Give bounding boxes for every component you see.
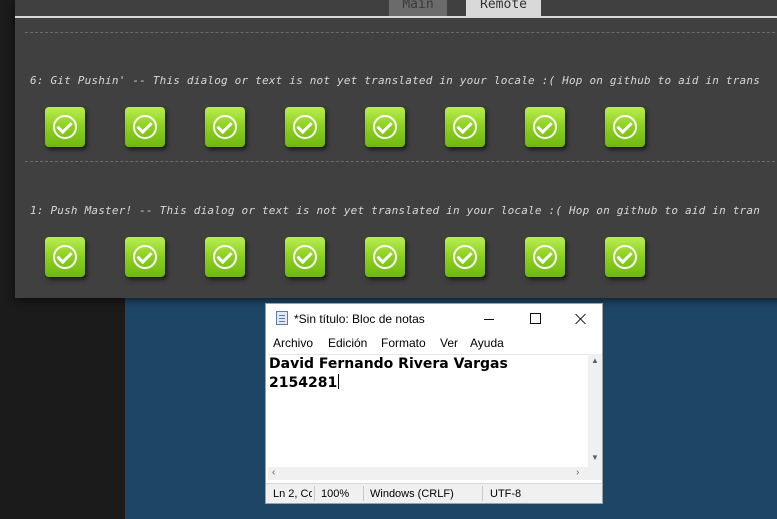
maximize-button[interactable] [512,304,558,334]
level-complete-button[interactable] [445,107,485,147]
menu-ver[interactable]: Ver [440,336,458,350]
title-bar[interactable]: *Sin título: Bloc de notas [266,304,602,334]
menu-edicion[interactable]: Edición [328,336,367,350]
status-zoom: 100% [321,488,350,500]
horizontal-scrollbar[interactable]: ‹ › [268,467,588,480]
text-editor[interactable]: David Fernando Rivera Vargas 2154281 [268,354,588,468]
level-complete-button[interactable] [605,107,645,147]
editor-line: 2154281 [269,374,340,391]
status-line-ending: Windows (CRLF) [370,488,454,500]
level-complete-button[interactable] [205,237,245,277]
level-complete-button[interactable] [125,107,165,147]
scroll-right-icon[interactable]: › [576,467,579,478]
minimize-icon [484,319,494,320]
tab-remote[interactable]: Remote [466,0,541,16]
level-complete-button[interactable] [605,237,645,277]
level-description: 6: Git Pushin' -- This dialog or text is… [30,74,761,87]
maximize-icon [530,313,541,324]
status-separator [363,486,364,501]
level-complete-button[interactable] [445,237,485,277]
editor-line-text: 2154281 [269,375,338,391]
status-bar: Ln 2, Co 100% Windows (CRLF) UTF-8 [266,483,602,503]
tab-divider [15,16,777,18]
level-complete-button[interactable] [285,107,325,147]
section-divider [25,161,777,162]
editor-line: David Fernando Rivera Vargas [269,356,508,372]
level-complete-button[interactable] [525,237,565,277]
level-complete-button[interactable] [125,237,165,277]
text-caret [338,374,340,389]
level-complete-button[interactable] [285,237,325,277]
scroll-left-icon[interactable]: ‹ [272,467,275,478]
menu-formato[interactable]: Formato [381,336,426,350]
status-encoding: UTF-8 [490,488,522,500]
minimize-button[interactable] [466,304,512,334]
menu-archivo[interactable]: Archivo [273,336,313,350]
status-separator [482,486,483,501]
notepad-icon [276,311,288,325]
close-button[interactable] [558,304,604,334]
level-complete-button[interactable] [205,107,245,147]
section-divider [25,32,777,33]
level-complete-button[interactable] [365,237,405,277]
scroll-down-icon[interactable]: ▼ [591,453,599,462]
menu-ayuda[interactable]: Ayuda [470,336,504,350]
level-description: 1: Push Master! -- This dialog or text i… [30,204,761,217]
level-complete-button[interactable] [45,107,85,147]
level-complete-button[interactable] [525,107,565,147]
level-complete-button[interactable] [365,107,405,147]
menu-bar: Archivo Edición Formato Ver Ayuda [266,334,602,354]
notepad-window: *Sin título: Bloc de notas Archivo Edici… [265,303,603,504]
status-position: Ln 2, Co [273,488,312,500]
levels-dialog: Main Remote 6: Git Pushin' -- This dialo… [15,0,777,298]
level-complete-button[interactable] [45,237,85,277]
scroll-up-icon[interactable]: ▲ [591,356,599,365]
scrollbar-corner [588,467,602,480]
status-separator [314,486,315,501]
window-title: *Sin título: Bloc de notas [294,312,425,326]
tab-main[interactable]: Main [389,0,447,16]
vertical-scrollbar[interactable]: ▲ ▼ [588,354,602,467]
